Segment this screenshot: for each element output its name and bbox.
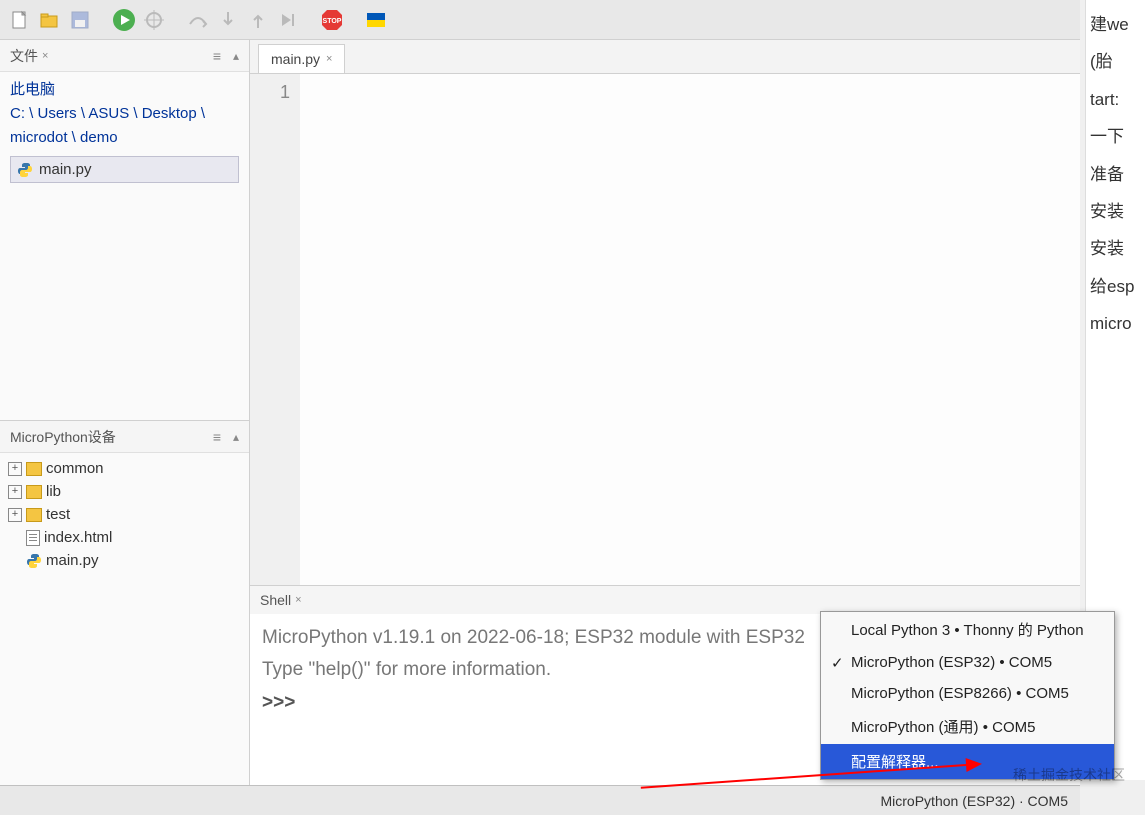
close-icon[interactable]: × — [326, 53, 332, 65]
tree-item[interactable]: index.html — [6, 526, 243, 549]
doc-line: 建we — [1090, 6, 1141, 43]
doc-line: (胎 — [1090, 43, 1141, 80]
close-icon[interactable]: × — [42, 50, 48, 62]
doc-line: 安装 — [1090, 193, 1141, 230]
line-number: 1 — [250, 82, 290, 103]
left-sidebar: 文件 × ≡ ▴ 此电脑 C: \ Users \ ASUS \ Desktop… — [0, 40, 250, 785]
computer-label[interactable]: 此电脑 — [10, 78, 239, 102]
files-panel: 文件 × ≡ ▴ 此电脑 C: \ Users \ ASUS \ Desktop… — [0, 40, 249, 420]
tree-item-label: main.py — [46, 552, 99, 569]
file-icon — [26, 530, 40, 546]
svg-text:STOP: STOP — [323, 18, 342, 25]
current-path[interactable]: C: \ Users \ ASUS \ Desktop \ microdot \… — [10, 102, 239, 150]
files-body: 此电脑 C: \ Users \ ASUS \ Desktop \ microd… — [0, 72, 249, 189]
tree-item-label: lib — [46, 483, 61, 500]
file-name: main.py — [39, 161, 92, 178]
expand-icon[interactable]: + — [8, 485, 22, 499]
doc-line: micro — [1090, 305, 1141, 342]
tree-item[interactable]: + lib — [6, 480, 243, 503]
panel-collapse-icon[interactable]: ▴ — [233, 430, 239, 444]
shell-title: Shell — [260, 592, 291, 608]
doc-line: tart: — [1090, 81, 1141, 118]
editor-area[interactable]: 1 — [250, 74, 1080, 585]
tree-item[interactable]: + test — [6, 503, 243, 526]
step-out-icon[interactable] — [246, 8, 270, 32]
toolbar: STOP — [0, 0, 1080, 40]
popup-item[interactable]: MicroPython (通用) • COM5 — [821, 709, 1114, 744]
doc-line: 给esp — [1090, 268, 1141, 305]
editor-tabs: main.py × — [250, 40, 1080, 74]
device-body: + common + lib + test index.html main.py — [0, 453, 249, 576]
python-icon — [17, 162, 33, 178]
interpreter-status[interactable]: MicroPython (ESP32) · COM5 — [881, 793, 1069, 809]
tab-label: main.py — [271, 51, 320, 67]
editor-tab[interactable]: main.py × — [258, 44, 345, 73]
folder-icon — [26, 462, 42, 476]
panel-collapse-icon[interactable]: ▴ — [233, 49, 239, 63]
close-icon[interactable]: × — [295, 594, 301, 606]
new-file-icon[interactable] — [8, 8, 32, 32]
debug-icon[interactable] — [142, 8, 166, 32]
device-panel: MicroPython设备 ≡ ▴ + common + lib + test index.… — [0, 420, 249, 785]
open-icon[interactable] — [38, 8, 62, 32]
tree-item[interactable]: main.py — [6, 549, 243, 572]
folder-icon — [26, 485, 42, 499]
tree-item[interactable]: + common — [6, 457, 243, 480]
run-icon[interactable] — [112, 8, 136, 32]
doc-line: 安装 — [1090, 230, 1141, 267]
python-icon — [26, 553, 42, 569]
file-item[interactable]: main.py — [10, 156, 239, 183]
tree-item-label: index.html — [44, 529, 112, 546]
popup-item[interactable]: MicroPython (ESP8266) • COM5 — [821, 678, 1114, 709]
doc-line: 准备 — [1090, 156, 1141, 193]
save-icon[interactable] — [68, 8, 92, 32]
tree-item-label: common — [46, 460, 104, 477]
interpreter-popup: Local Python 3 • Thonny 的 PythonMicroPyt… — [820, 611, 1115, 780]
status-bar: MicroPython (ESP32) · COM5 — [0, 785, 1080, 815]
expand-icon[interactable]: + — [8, 508, 22, 522]
watermark: 稀土掘金技术社区 — [1013, 765, 1125, 785]
files-panel-title: 文件 — [10, 46, 38, 66]
panel-menu-icon[interactable]: ≡ — [213, 429, 221, 445]
shell-header: Shell × — [250, 586, 1080, 614]
code-area[interactable] — [300, 74, 1080, 585]
line-gutter: 1 — [250, 74, 300, 585]
folder-icon — [26, 508, 42, 522]
files-panel-header: 文件 × ≡ ▴ — [0, 40, 249, 72]
popup-item[interactable]: Local Python 3 • Thonny 的 Python — [821, 612, 1114, 647]
step-into-icon[interactable] — [216, 8, 240, 32]
device-panel-header: MicroPython设备 ≡ ▴ — [0, 421, 249, 453]
expand-icon[interactable]: + — [8, 462, 22, 476]
tree-item-label: test — [46, 506, 70, 523]
stop-icon[interactable]: STOP — [320, 8, 344, 32]
doc-line: 一下 — [1090, 118, 1141, 155]
step-over-icon[interactable] — [186, 8, 210, 32]
panel-menu-icon[interactable]: ≡ — [213, 48, 221, 64]
popup-item[interactable]: MicroPython (ESP32) • COM5 — [821, 647, 1114, 678]
device-panel-title: MicroPython设备 — [10, 427, 116, 447]
flag-icon[interactable] — [364, 8, 388, 32]
resume-icon[interactable] — [276, 8, 300, 32]
